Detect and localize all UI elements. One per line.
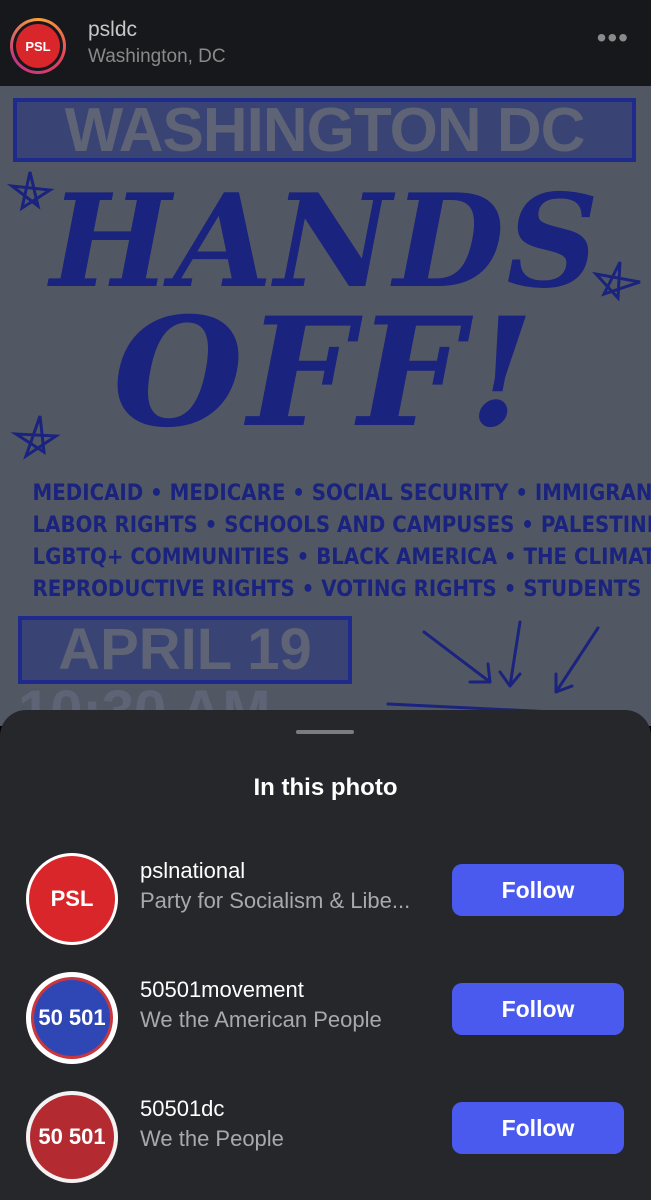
account-subtitle: Party for Socialism & Libe... [140, 888, 411, 913]
tagged-accounts-sheet: In this photo PSL pslnational Party for … [0, 710, 651, 1200]
account-username[interactable]: 50501movement [140, 977, 304, 1003]
account-row-50501dc[interactable]: 50 501 50501dc We the People Follow [0, 1088, 651, 1188]
arrow-doodles [386, 620, 638, 718]
follow-button-50501movement[interactable]: Follow [452, 983, 624, 1035]
account-subtitle: We the American People [140, 1007, 382, 1032]
50501movement-avatar[interactable]: 50 501 [26, 972, 118, 1064]
pslnational-avatar[interactable]: PSL [26, 853, 118, 945]
post-image[interactable]: WASHINGTON DC HANDS OFF! MEDICAID • MEDI… [0, 86, 651, 726]
post-username[interactable]: psldc [88, 18, 137, 42]
account-row-50501movement[interactable]: 50 501 50501movement We the American Peo… [0, 969, 651, 1069]
sheet-drag-handle[interactable] [296, 730, 354, 734]
profile-avatar[interactable]: PSL [10, 18, 66, 74]
account-username[interactable]: pslnational [140, 858, 245, 884]
follow-button-50501dc[interactable]: Follow [452, 1102, 624, 1154]
post-header: PSL psldc Washington, DC ••• [0, 0, 651, 86]
sheet-title: In this photo [253, 774, 398, 801]
account-username[interactable]: 50501dc [140, 1096, 224, 1122]
post-location[interactable]: Washington, DC [88, 46, 226, 68]
account-row-pslnational[interactable]: PSL pslnational Party for Socialism & Li… [0, 850, 651, 950]
follow-button-pslnational[interactable]: Follow [452, 864, 624, 916]
more-horizontal-icon[interactable]: ••• [597, 24, 629, 52]
50501dc-avatar[interactable]: 50 501 [26, 1091, 118, 1183]
psl-logo: PSL [16, 24, 60, 68]
account-subtitle: We the People [140, 1126, 284, 1151]
